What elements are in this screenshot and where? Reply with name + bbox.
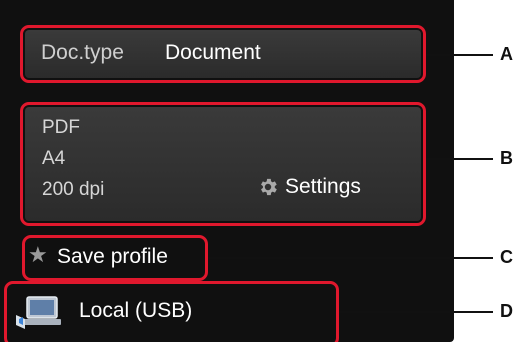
callout-line-b — [426, 158, 493, 160]
callout-box-a — [20, 25, 426, 83]
callout-box-d — [4, 281, 339, 342]
callout-line-a — [426, 54, 493, 56]
callout-line-d — [339, 311, 493, 313]
callout-label-a: A — [500, 44, 513, 64]
callout-label-b: B — [500, 148, 513, 168]
callout-box-c — [22, 235, 208, 281]
callout-box-b — [20, 102, 426, 226]
callout-line-c — [208, 257, 493, 259]
callout-label-d: D — [500, 301, 513, 321]
callout-label-c: C — [500, 247, 513, 267]
